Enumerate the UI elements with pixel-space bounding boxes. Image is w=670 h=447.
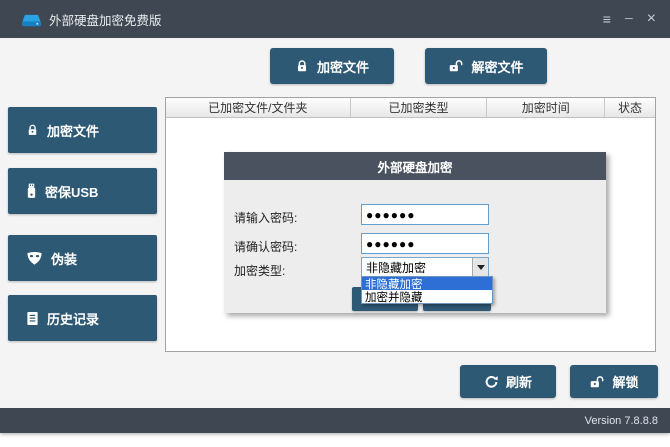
refresh-label: 刷新	[505, 375, 532, 390]
sidebar-label: 历史记录	[47, 311, 100, 327]
column-header-type[interactable]: 已加密类型	[351, 98, 488, 117]
column-header-file[interactable]: 已加密文件/文件夹	[166, 98, 351, 117]
encrypt-dialog: 外部硬盘加密 请输入密码: 请确认密码: 加密类型: 非隐藏加密 非隐藏加密 加…	[224, 152, 606, 313]
sidebar-item-history[interactable]: 历史记录	[8, 295, 157, 341]
confirm-password-input[interactable]	[361, 233, 489, 254]
password-label: 请输入密码:	[234, 211, 298, 225]
column-header-status[interactable]: 状态	[605, 98, 655, 117]
window-title: 外部硬盘加密免费版	[49, 13, 162, 28]
encrypt-type-select[interactable]: 非隐藏加密	[361, 257, 489, 277]
encrypt-type-value: 非隐藏加密	[366, 260, 427, 275]
refresh-icon	[484, 375, 498, 389]
sidebar-label: 密保USB	[45, 184, 99, 200]
lock-icon	[295, 59, 309, 73]
lock-icon	[26, 123, 39, 137]
dialog-title: 外部硬盘加密	[224, 152, 606, 180]
refresh-button[interactable]: 刷新	[460, 365, 556, 398]
menu-icon[interactable]: ≡	[603, 12, 611, 26]
version-text: Version 7.8.8.8	[584, 414, 658, 427]
encrypt-files-button[interactable]: 加密文件	[270, 48, 394, 84]
drive-icon	[22, 12, 41, 27]
mask-icon	[26, 251, 43, 266]
sidebar-item-disguise[interactable]: 伪装	[8, 235, 157, 281]
app-window: 外部硬盘加密免费版 ≡ ─ × 加密文件 解密文件 加密文件 密保USB 伪装 …	[0, 0, 670, 433]
sidebar-item-encrypt-files[interactable]: 加密文件	[8, 107, 157, 153]
unlock-button[interactable]: 解锁	[570, 365, 658, 398]
password-input[interactable]	[361, 204, 489, 225]
minimize-icon[interactable]: ─	[625, 13, 633, 25]
encrypt-type-dropdown: 非隐藏加密 加密并隐藏	[361, 276, 493, 304]
decrypt-files-label: 解密文件	[471, 59, 524, 75]
sidebar-label: 加密文件	[47, 123, 100, 139]
unlock-icon	[589, 375, 604, 389]
dropdown-option-encrypt-and-hide[interactable]: 加密并隐藏	[362, 290, 492, 304]
table-header-row: 已加密文件/文件夹 已加密类型 加密时间 状态	[166, 98, 655, 118]
close-icon[interactable]: ×	[647, 11, 656, 27]
sidebar-item-usb-key[interactable]: 密保USB	[8, 168, 157, 214]
status-bar: Version 7.8.8.8	[0, 408, 670, 433]
sidebar-label: 伪装	[51, 251, 78, 267]
column-header-time[interactable]: 加密时间	[487, 98, 606, 117]
chevron-down-icon[interactable]	[472, 258, 488, 276]
unlock-icon	[448, 59, 463, 73]
encrypt-type-label: 加密类型:	[234, 264, 286, 278]
usb-icon	[26, 183, 37, 199]
history-icon	[26, 311, 39, 326]
decrypt-files-button[interactable]: 解密文件	[425, 48, 547, 84]
unlock-label: 解锁	[612, 375, 639, 390]
title-bar: 外部硬盘加密免费版 ≡ ─ ×	[0, 0, 670, 38]
confirm-password-label: 请确认密码:	[234, 240, 298, 254]
encrypt-files-label: 加密文件	[316, 59, 369, 75]
